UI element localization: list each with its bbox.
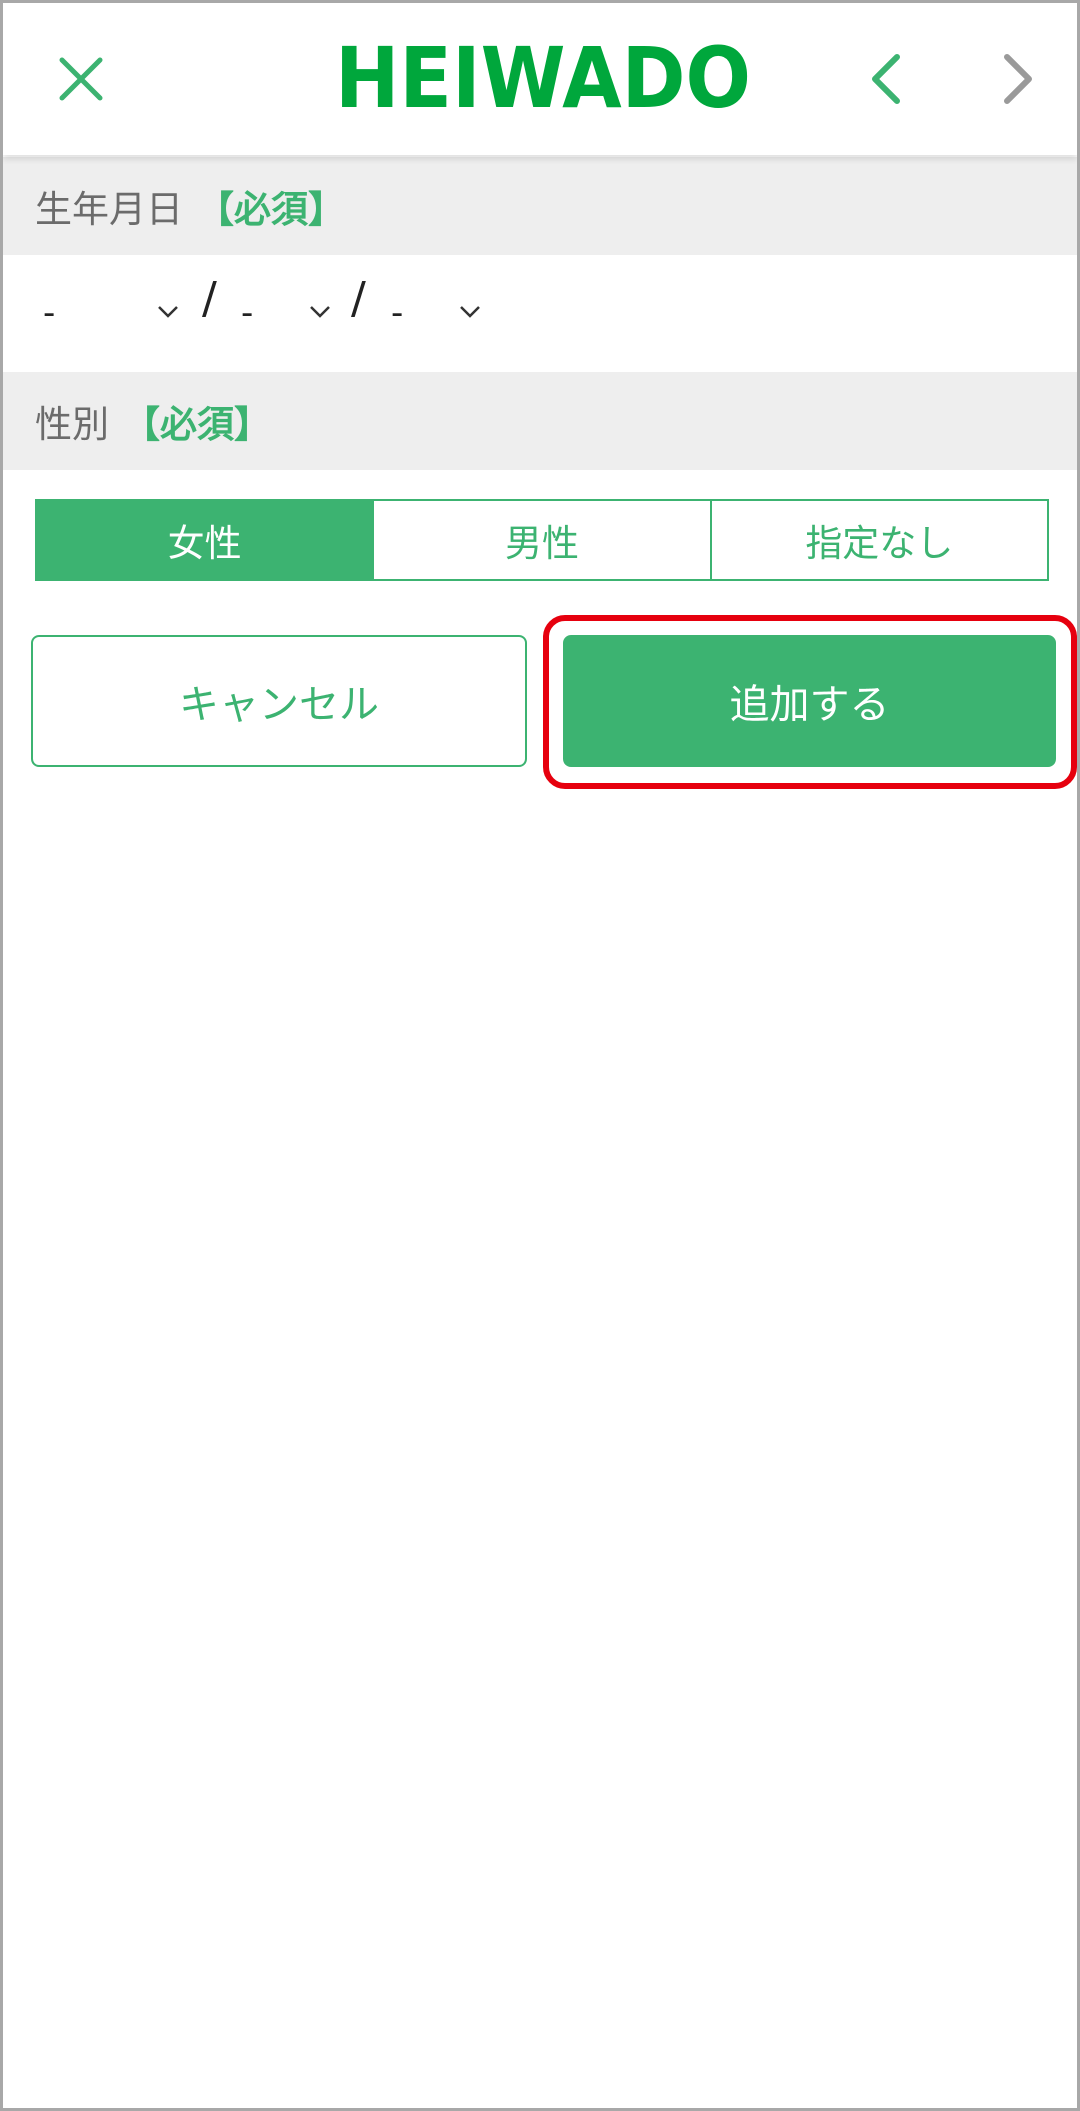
day-value: - xyxy=(391,293,404,333)
close-icon xyxy=(59,57,103,101)
day-select[interactable]: - xyxy=(391,283,491,343)
gender-option-female[interactable]: 女性 xyxy=(37,501,373,579)
chevron-right-icon xyxy=(1004,54,1032,104)
chevron-down-icon xyxy=(310,306,330,318)
app-frame: HEIWADO 生年月日 【必須】 - / - / - 性別 【必須】 女性 男… xyxy=(0,0,1080,2111)
forward-button[interactable] xyxy=(977,39,1057,119)
gender-option-male[interactable]: 男性 xyxy=(372,501,710,579)
dob-section-header: 生年月日 【必須】 xyxy=(3,157,1077,255)
gender-segmented-control: 女性 男性 指定なし xyxy=(35,499,1049,581)
add-button[interactable]: 追加する xyxy=(563,635,1056,767)
date-separator: / xyxy=(202,273,217,324)
required-badge: 【必須】 xyxy=(123,403,271,446)
required-badge: 【必須】 xyxy=(197,188,345,231)
year-value: - xyxy=(43,293,56,333)
cancel-button[interactable]: キャンセル xyxy=(31,635,527,767)
gender-label: 性別 xyxy=(35,403,109,446)
gender-option-unspecified[interactable]: 指定なし xyxy=(709,501,1047,579)
gender-section-header: 性別 【必須】 xyxy=(3,372,1077,470)
year-select[interactable]: - xyxy=(43,283,183,343)
svg-text:HEIWADO: HEIWADO xyxy=(335,41,751,115)
dob-label: 生年月日 xyxy=(35,188,183,231)
heiwado-logo: HEIWADO xyxy=(333,41,753,115)
chevron-down-icon xyxy=(158,306,178,318)
date-separator: / xyxy=(351,273,366,324)
month-select[interactable]: - xyxy=(241,283,341,343)
app-header: HEIWADO xyxy=(3,3,1077,155)
month-value: - xyxy=(241,293,254,333)
chevron-down-icon xyxy=(460,306,480,318)
close-button[interactable] xyxy=(41,39,121,119)
back-button[interactable] xyxy=(847,39,927,119)
chevron-left-icon xyxy=(872,54,900,104)
